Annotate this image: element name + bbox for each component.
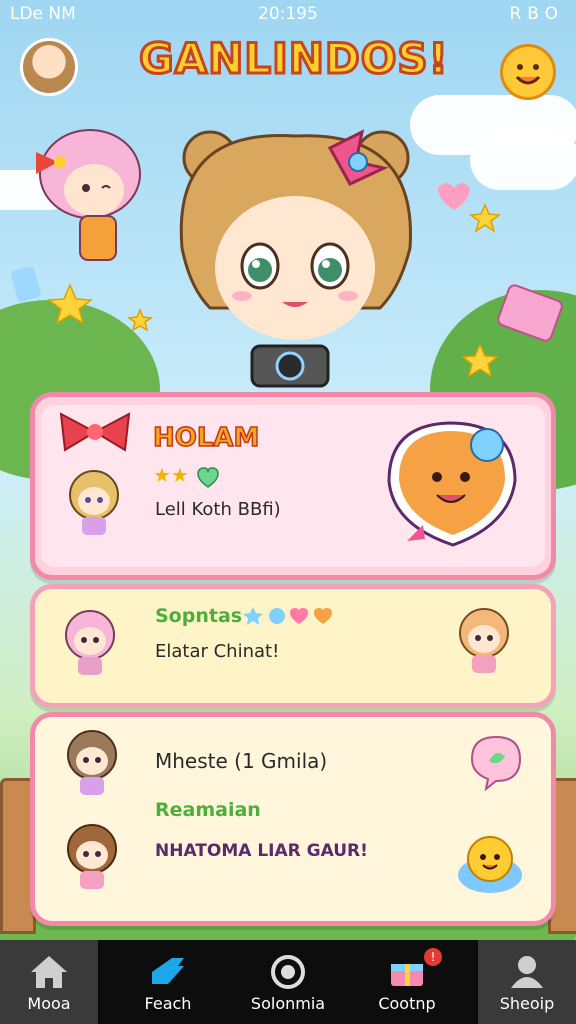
character-avatar: [69, 470, 119, 535]
search-icon: [152, 958, 184, 984]
bow-icon: [59, 412, 131, 452]
tab-home[interactable]: Mooa: [0, 940, 98, 1024]
rating-stars: ★★: [153, 463, 189, 487]
character-card-primary[interactable]: HOLAM ★★ Lell Koth BBfi): [30, 392, 556, 580]
tab-search[interactable]: Feach: [119, 940, 217, 1024]
camera-icon: [271, 955, 305, 989]
card-line-1: Mheste (1 Gmila): [155, 749, 328, 773]
tab-gift[interactable]: ! Cootnp: [358, 940, 456, 1024]
tab-label: Solonmia: [250, 994, 326, 1013]
collectible-icons: [243, 607, 332, 625]
card-line-2: NHATOMA LIAR GAUR!: [155, 841, 368, 861]
character-card-list[interactable]: Mheste (1 Gmila) Reamaian NHATOMA LIAR G…: [30, 712, 556, 926]
character-card-secondary[interactable]: Sopntas Elatar Chinat!: [30, 584, 556, 708]
gift-box-icon: [391, 964, 423, 986]
character-avatar: [67, 824, 117, 889]
character-name: HOLAM: [152, 422, 260, 454]
tab-label: Sheoip: [499, 994, 555, 1013]
tab-profile[interactable]: Sheoip: [478, 940, 576, 1024]
mascot-blob-icon: [458, 836, 522, 893]
smiley-icon[interactable]: [500, 44, 556, 100]
floating-character-illustration: [36, 129, 141, 261]
character-avatar: [65, 610, 115, 675]
character-avatar: [459, 608, 509, 673]
chat-bubble-icon[interactable]: [467, 733, 525, 791]
notification-badge: !: [424, 948, 442, 966]
status-right: RBO: [509, 4, 564, 24]
hero-character-illustration: [179, 129, 412, 388]
status-time: 20:195: [258, 4, 318, 24]
card-subtitle: Lell Koth BBfi): [155, 499, 281, 520]
tab-label: Cootnp: [378, 994, 436, 1013]
status-carrier: LDe NM: [10, 4, 76, 24]
profile-avatar[interactable]: [20, 38, 78, 96]
heart-icon: [197, 467, 219, 488]
tab-label: Mooa: [27, 994, 71, 1013]
character-avatar: [67, 730, 117, 795]
app-title: GANLINDOS!: [138, 33, 450, 85]
bottom-tab-bar: Mooa Feach Solonmia ! Cootnp Sheoip: [0, 940, 576, 1024]
status-bar: LDe NM 20:195 RBO: [0, 0, 576, 28]
mascot-sticker-icon: [387, 421, 517, 547]
tab-camera[interactable]: Solonmia: [239, 940, 337, 1024]
card-subtitle: Elatar Chinat!: [155, 641, 280, 662]
character-name: Sopntas: [155, 605, 243, 627]
tab-label: Feach: [144, 994, 192, 1013]
home-icon: [31, 956, 67, 988]
character-name: Reamaian: [155, 799, 261, 821]
profile-icon: [511, 956, 543, 988]
